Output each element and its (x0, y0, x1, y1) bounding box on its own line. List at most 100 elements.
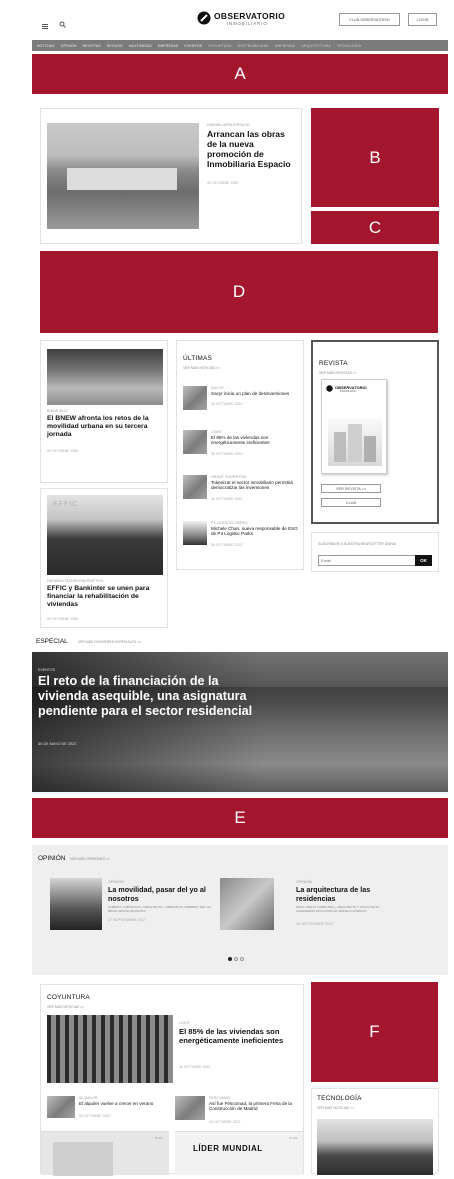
logo[interactable]: OBSERVATORIO INMOBILIARIO (197, 10, 307, 30)
ultimas-item[interactable]: P3 LOGISTIC PARKS Michele Chan, nueva re… (183, 521, 299, 561)
coyuntura-main-date: 06 OCTUBRE 2022 (179, 1065, 211, 1069)
ultimas-item-title[interactable]: Sacyr inicia un plan de desinversiones (211, 391, 299, 396)
ultimas-item-kicker: P3 LOGISTIC PARKS (211, 521, 248, 525)
newsletter-email-input[interactable] (318, 555, 416, 566)
opinion-item[interactable]: OPINIÓN La arquitectura de las residenci… (220, 878, 400, 938)
coyuntura-small-item[interactable]: FESCOMAD Así fue Fescomad, la primera Fe… (175, 1096, 299, 1126)
login-button[interactable]: LOGIN (408, 13, 437, 26)
nav-item[interactable]: REVISTAS (83, 44, 101, 48)
nav-item[interactable]: NOTICIAS (37, 44, 55, 48)
especial-title: ESPECIAL (36, 638, 68, 645)
ultimas-item-title[interactable]: El 85% de las viviendas son energéticame… (211, 435, 299, 446)
nav-item[interactable]: OPINIÓN (61, 44, 77, 48)
featured-card[interactable]: INMOBILIARIA ESPACIO Arrancan las obras … (40, 108, 302, 244)
nav-item[interactable]: MULTIMEDIA (129, 44, 152, 48)
nav-item[interactable]: ARQUITECTURA (301, 44, 330, 48)
ultimas-item-title[interactable]: Michele Chan, nueva responsable de ESG d… (211, 526, 299, 537)
revista-cover[interactable]: OBSERVATORIO INMOBILIARIO (321, 379, 387, 474)
especial-see-more[interactable]: VER MÁS DOSSIERES ESPECIALES >> (78, 640, 141, 644)
coyuntura-see-more[interactable]: VER MÁS NOTICIAS >> (47, 1005, 84, 1009)
article-title[interactable]: EFFIC y Bankinter se unen para financiar… (47, 585, 165, 609)
revista-panel: REVISTA VER MÁS REVISTAS >> OBSERVATORIO… (311, 340, 439, 524)
club-button[interactable]: CLUB OBSERVATORIO (339, 13, 400, 26)
featured-title[interactable]: Arrancan las obras de la nueva promoción… (207, 129, 297, 169)
coyuntura-small-date: 05 OCTUBRE 2022 (79, 1114, 111, 1118)
article-kicker: BNEW 2022 (47, 409, 68, 413)
ad-slot-f[interactable]: F (311, 982, 438, 1082)
bottom-card-title: LÍDER MUNDIAL (193, 1144, 263, 1153)
menu-icon[interactable] (42, 16, 48, 29)
ad-slot-a[interactable]: A (32, 54, 448, 94)
revista-view-button[interactable]: VER REVISTA >> (321, 484, 381, 493)
coyuntura-small-kicker: ALQUILER (79, 1096, 98, 1100)
coyuntura-small-title[interactable]: Así fue Fescomad, la primera Feria de la… (209, 1101, 297, 1112)
nav-item[interactable]: EMPRESAS (158, 44, 179, 48)
header: OBSERVATORIO INMOBILIARIO CLUB OBSERVATO… (32, 8, 448, 34)
revista-club-button[interactable]: CLUB (321, 498, 381, 507)
opinion-date: 20 SEPTIEMBRE 2022 (296, 922, 334, 926)
ultimas-panel: ÚLTIMAS VER MÁS NOTICIAS >> SACYR Sacyr … (176, 340, 304, 570)
ultimas-item-date: 06 OCTUBRE 2022 (211, 497, 243, 501)
coyuntura-small-kicker: FESCOMAD (209, 1096, 231, 1100)
ultimas-title: ÚLTIMAS (183, 355, 213, 362)
ultimas-item[interactable]: GRANT THORNTON Tokenizar el sector inmob… (183, 475, 299, 515)
coyuntura-small-image (175, 1096, 205, 1120)
search-icon[interactable] (59, 15, 66, 28)
ad-slot-b[interactable]: B (311, 108, 439, 207)
opinion-item[interactable]: OPINIÓN La movilidad, pasar del yo al no… (50, 878, 230, 938)
opinion-item-title[interactable]: La arquitectura de las residencias (296, 885, 386, 903)
tecnologia-image[interactable] (317, 1119, 433, 1175)
article-title[interactable]: El BNEW afronta los retos de la movilida… (47, 415, 165, 439)
tecnologia-title: TECNOLOGÍA (317, 1095, 362, 1102)
article-kicker: REHABILITACIÓN ENERGÉTICA (47, 579, 104, 583)
ultimas-item-kicker: SACYR (211, 386, 224, 390)
carousel-dot[interactable] (234, 957, 238, 961)
nav-item[interactable]: SEGURO (107, 44, 123, 48)
article-image-effic[interactable]: EFFIC (47, 495, 163, 575)
nav-item[interactable]: EMPRESAS (275, 44, 296, 48)
ad-slot-d[interactable]: D (40, 251, 438, 333)
article-card-effic[interactable]: EFFIC REHABILITACIÓN ENERGÉTICA EFFIC y … (40, 488, 168, 628)
especial-date: 30 DE MAYO DE 2022 (38, 742, 77, 746)
article-card-bnew[interactable]: BNEW 2022 El BNEW afronta los retos de l… (40, 340, 168, 483)
revista-cover-sub: INMOBILIARIO (340, 390, 357, 393)
opinion-see-more[interactable]: VER MÁS OPINIONES >> (70, 857, 110, 861)
carousel-dot-active[interactable] (228, 957, 232, 961)
bottom-card-image (53, 1142, 113, 1176)
coyuntura-small-item[interactable]: ALQUILER El alquiler vuelve a crecer en … (47, 1096, 169, 1122)
coyuntura-main-image[interactable] (47, 1015, 173, 1083)
opinion-title: OPINIÓN (38, 855, 66, 862)
tecnologia-see-more[interactable]: VER MÁS NOTICIAS >> (317, 1106, 354, 1110)
revista-see-more[interactable]: VER MÁS REVISTAS >> (319, 371, 357, 375)
ultimas-item[interactable]: LIGHT El 85% de las viviendas son energé… (183, 430, 299, 470)
opinion-section: OPINIÓN VER MÁS OPINIONES >> OPINIÓN La … (32, 845, 448, 975)
ad-slot-e-label: E (234, 808, 246, 827)
nav-item[interactable]: EVENTOS (184, 44, 202, 48)
nav-item[interactable]: TECNOLOGÍA (337, 44, 361, 48)
featured-image-pool (67, 168, 177, 190)
ultimas-see-more[interactable]: VER MÁS NOTICIAS >> (183, 366, 220, 370)
ad-slot-d-label: D (232, 282, 246, 301)
nav-item[interactable]: SOSTENIBILIDAD (238, 44, 269, 48)
article-image-bnew[interactable] (47, 349, 163, 405)
bottom-card[interactable]: PLAN (41, 1131, 169, 1176)
effic-wall-text: EFFIC (53, 501, 79, 508)
ultimas-item-date: 06 OCTUBRE 2022 (211, 543, 243, 547)
especial-hero[interactable]: EVENTOS El reto de la financiación de la… (32, 652, 448, 792)
ad-slot-c[interactable]: C (311, 211, 439, 244)
ultimas-item-title[interactable]: Tokenizar el sector inmobiliario permiti… (211, 480, 299, 491)
coyuntura-small-title[interactable]: El alquiler vuelve a crecer en verano (79, 1101, 167, 1106)
logo-sub-text: INMOBILIARIO (227, 21, 268, 26)
ad-slot-e[interactable]: E (32, 798, 448, 838)
newsletter-ok-button[interactable]: OK (415, 555, 432, 566)
logo-main-text: OBSERVATORIO (214, 11, 285, 21)
opinion-item-title[interactable]: La movilidad, pasar del yo al nosotros (108, 885, 208, 903)
coyuntura-title: COYUNTURA (47, 994, 90, 1001)
coyuntura-main-title[interactable]: El 85% de las viviendas son energéticame… (179, 1027, 299, 1045)
bottom-card[interactable]: PLAN LÍDER MUNDIAL (175, 1131, 303, 1175)
nav-item[interactable]: COYUNTURA (208, 44, 232, 48)
especial-headline[interactable]: El reto de la financiación de la viviend… (38, 674, 258, 719)
ultimas-item[interactable]: SACYR Sacyr inicia un plan de desinversi… (183, 386, 299, 426)
featured-image[interactable] (47, 123, 199, 229)
carousel-dot[interactable] (240, 957, 244, 961)
